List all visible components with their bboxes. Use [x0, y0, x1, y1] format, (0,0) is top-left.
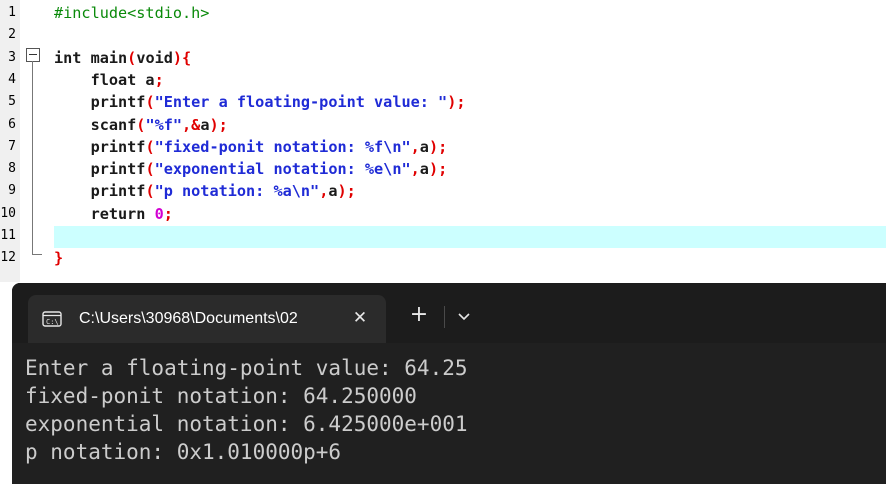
code-token: void [136, 48, 173, 67]
code-token: ; [163, 204, 173, 223]
line-number: 1 [8, 5, 16, 20]
code-token: "exponential notation: %e\n" [154, 160, 411, 179]
output-line: p notation: 0x1.010000p+6 [25, 440, 342, 464]
fold-toggle-icon[interactable] [26, 48, 40, 62]
output-line: exponential notation: 6.425000e+001 [25, 412, 468, 436]
line-number: 7 [8, 138, 16, 154]
code-token: 0 [154, 204, 164, 223]
line-number: 2 [8, 27, 16, 43]
code-token: return [54, 204, 155, 223]
code-token: ){ [172, 48, 192, 67]
code-token: ( [127, 48, 137, 67]
code-token: ( [145, 182, 155, 201]
line-number: 10 [0, 205, 16, 221]
code-token: "Enter a floating-point value: " [154, 93, 448, 112]
code-line: printf("p notation: %a\n",a); [54, 180, 356, 202]
terminal-output[interactable]: Enter a floating-point value: 64.25 fixe… [25, 354, 468, 466]
chevron-down-icon[interactable] [452, 305, 476, 329]
line-number: 8 [8, 161, 16, 177]
code-line: float a; [54, 69, 164, 91]
console-icon: C:\ [42, 311, 62, 327]
code-line: #include<stdio.h> [54, 2, 209, 24]
divider [444, 306, 445, 328]
code-token: , [319, 182, 329, 201]
fold-guide-end [32, 254, 42, 255]
code-token: ); [447, 93, 466, 112]
code-token: ( [145, 137, 155, 156]
output-line: Enter a floating-point value: 64.25 [25, 356, 468, 380]
code-token: ); [428, 160, 448, 179]
code-token: float a [54, 70, 155, 89]
code-token: a [419, 160, 429, 179]
code-token: printf [54, 137, 146, 156]
fold-guide [32, 61, 33, 254]
current-line-highlight [54, 226, 886, 248]
new-tab-button[interactable]: + [407, 303, 431, 327]
line-number: 11 [0, 228, 16, 243]
code-token: scanf [54, 115, 137, 134]
svg-text:C:\: C:\ [46, 318, 59, 326]
close-icon[interactable]: ✕ [348, 306, 372, 330]
code-token: , [410, 160, 420, 179]
code-token: a [419, 137, 429, 156]
code-line: printf("exponential notation: %e\n",a); [54, 158, 448, 180]
code-token: printf [54, 160, 146, 179]
line-number: 4 [8, 71, 16, 87]
tab-title: C:\Users\30968\Documents\02 [79, 310, 298, 327]
code-token: ); [428, 137, 448, 156]
code-line: return 0; [54, 203, 173, 225]
code-token: #include<stdio.h> [54, 4, 210, 22]
code-line: } [54, 247, 63, 269]
line-number: 6 [8, 116, 16, 132]
code-token: ); [337, 182, 356, 201]
terminal-tab[interactable]: C:\ C:\Users\30968\Documents\02 ✕ [28, 295, 386, 343]
code-token: "fixed-ponit notation: %f\n" [154, 137, 411, 156]
code-token: , [410, 137, 420, 156]
code-token: ); [209, 115, 228, 134]
code-token: ( [145, 93, 155, 112]
code-token: int main [54, 48, 128, 67]
code-token: ; [154, 70, 164, 89]
code-token: } [54, 249, 64, 268]
code-line: int main(void){ [54, 47, 191, 69]
code-line: printf("fixed-ponit notation: %f\n",a); [54, 136, 448, 158]
code-token: "p notation: %a\n" [154, 182, 320, 201]
line-number: 5 [8, 94, 16, 110]
code-token: ( [145, 160, 155, 179]
line-number: 9 [8, 183, 16, 199]
code-token: ,& [182, 115, 201, 134]
code-line: scanf("%f",&a); [54, 114, 228, 136]
terminal-tab-bar: C:\ C:\Users\30968\Documents\02 ✕ + [12, 283, 886, 343]
code-editor[interactable]: 1 2 3 4 5 6 7 8 9 10 11 12 #include<stdio.h> int mai… [0, 0, 886, 282]
line-number: 12 [0, 250, 16, 266]
code-token: "%f" [145, 115, 183, 134]
line-number: 3 [8, 49, 16, 65]
code-token: printf [54, 182, 146, 201]
code-line: printf("Enter a floating-point value: ")… [54, 91, 466, 113]
code-token: a [328, 182, 338, 201]
output-line: fixed-ponit notation: 64.250000 [25, 384, 417, 408]
code-token: printf [54, 93, 146, 112]
terminal-window[interactable]: C:\ C:\Users\30968\Documents\02 ✕ + Ente… [12, 283, 886, 484]
